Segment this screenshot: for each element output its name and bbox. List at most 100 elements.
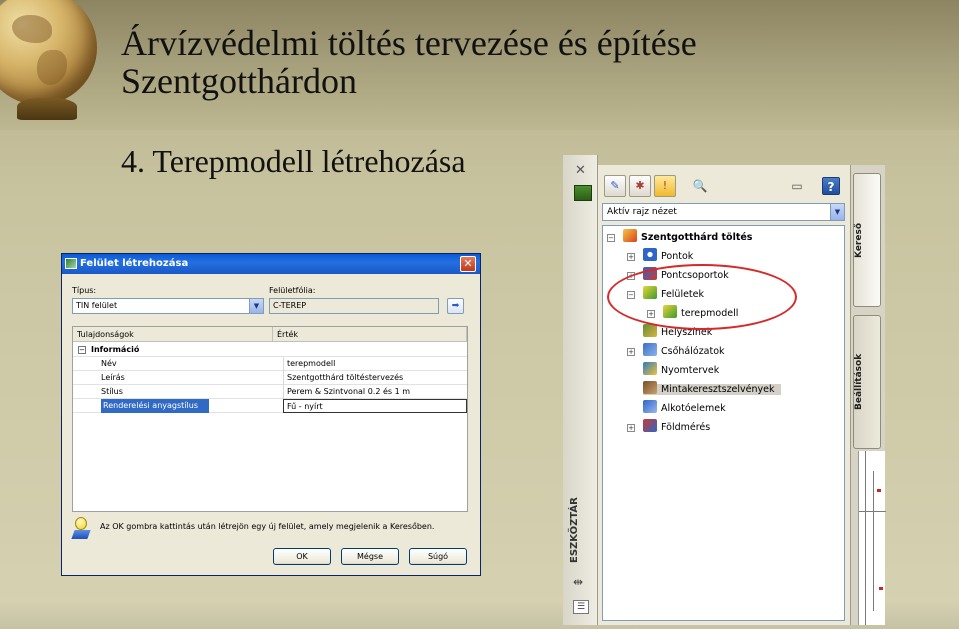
collapse-icon[interactable]: −: [607, 234, 615, 242]
property-name: Leírás: [101, 373, 125, 382]
column-header-property[interactable]: Tulajdonságok: [73, 327, 273, 342]
category-row[interactable]: − Információ: [73, 343, 467, 357]
property-value[interactable]: terepmodell: [283, 357, 467, 371]
view-select[interactable]: Aktív rajz nézet ▼: [602, 203, 845, 221]
globe-sphere: [0, 0, 97, 105]
slide-subtitle: 4. Terepmodell létrehozása: [121, 143, 466, 179]
category-label: Információ: [91, 345, 140, 354]
info-lightbulb-icon: [70, 517, 92, 541]
drawing-line: [859, 511, 886, 512]
close-icon[interactable]: ✕: [460, 256, 476, 272]
drawing-area-edge: [858, 451, 886, 625]
dialog-title: Felület létrehozása: [80, 258, 189, 269]
type-select-value: TIN felület: [76, 301, 118, 310]
property-name: Név: [101, 359, 117, 368]
tab-label: Beállítások: [854, 353, 864, 411]
type-label: Típus:: [72, 286, 97, 295]
tree-item-csohalozatok[interactable]: + Csőhálózatok: [627, 343, 725, 361]
chevron-down-icon[interactable]: ▼: [249, 299, 263, 313]
expand-icon[interactable]: +: [627, 424, 635, 432]
properties-menu-icon[interactable]: ☰: [573, 600, 589, 614]
dialog-titlebar[interactable]: Felület létrehozása ✕: [62, 254, 480, 274]
subassemblies-icon: [643, 400, 657, 413]
pipe-networks-icon: [643, 343, 657, 356]
drawing-mark: [877, 489, 881, 492]
property-value[interactable]: Szentgotthárd töltéstervezés: [283, 371, 467, 385]
table-row-selected[interactable]: Renderelési anyagstílus Fű - nyírt: [73, 399, 467, 413]
drawing-line: [865, 451, 866, 625]
globe-land: [37, 50, 67, 85]
autohide-icon[interactable]: ⇹: [573, 575, 583, 589]
drawing-mark: [879, 587, 883, 590]
slide-title: Árvízvédelmi töltés tervezése és építése…: [121, 23, 697, 101]
lightbulb-shape: [75, 517, 87, 530]
layer-pick-button[interactable]: ➡: [447, 298, 464, 314]
help-button[interactable]: Súgó: [409, 548, 467, 565]
search-icon[interactable]: 🔍: [691, 177, 709, 195]
toolspace-body: ✎ ✱ ! 🔍 ▭ ? Aktív rajz nézet ▼ − Szentgo…: [598, 165, 850, 625]
view-select-value: Aktív rajz nézet: [607, 207, 677, 217]
tree-item-label: Csőhálózatok: [661, 346, 725, 357]
tree-item-pontok[interactable]: + Pontok: [627, 248, 693, 266]
toolspace-app-icon: [574, 185, 592, 201]
close-icon[interactable]: ✕: [575, 163, 586, 178]
highlight-ring: [607, 264, 797, 330]
toolspace-panel: ✕ ESZKÖZTÁR ⇹ ☰ ✎ ✱ ! 🔍 ▭ ? Aktív rajz n…: [563, 155, 885, 625]
tree-item-label: Földmérés: [661, 422, 711, 433]
cancel-button[interactable]: Mégse: [341, 548, 399, 565]
tab-settings[interactable]: Beállítások: [853, 315, 881, 449]
surface-app-icon: [65, 258, 77, 269]
collapse-icon[interactable]: −: [78, 346, 86, 354]
tree-item-label: Szentgotthárd töltés: [641, 232, 753, 243]
drawing-icon: [623, 229, 637, 242]
tree-item-label: Alkotóelemek: [661, 403, 726, 414]
tree-item-foldmeres[interactable]: + Földmérés: [627, 419, 710, 437]
tree-root[interactable]: − Szentgotthárd töltés: [607, 229, 752, 247]
property-name: Stílus: [101, 387, 123, 396]
tree-item-alkotoelemek[interactable]: Alkotóelemek: [627, 400, 726, 418]
layer-field-value: C-TEREP: [273, 301, 307, 310]
column-header-value[interactable]: Érték: [273, 327, 467, 342]
property-name: Renderelési anyagstílus: [101, 399, 209, 413]
table-row[interactable]: Stílus Perem & Szintvonal 0.2 és 1 m: [73, 385, 467, 399]
property-value-editor[interactable]: Fű - nyírt: [283, 399, 467, 413]
toolspace-toolbar: ✎ ✱ ! 🔍 ▭ ?: [598, 173, 850, 199]
property-grid: Tulajdonságok Érték − Információ Név ter…: [72, 326, 468, 512]
tree-item-mintakeresztszelvenyek[interactable]: Mintakeresztszelvények: [627, 381, 781, 399]
create-surface-dialog: Felület létrehozása ✕ Típus: TIN felület…: [61, 253, 481, 576]
layer-field[interactable]: C-TEREP: [269, 298, 439, 314]
layer-label: Felületfólia:: [269, 286, 316, 295]
tab-search[interactable]: Kereső: [853, 173, 881, 307]
corridors-icon: [643, 362, 657, 375]
table-row[interactable]: Leírás Szentgotthárd töltéstervezés: [73, 371, 467, 385]
lightbulb-base: [71, 530, 91, 539]
chevron-down-icon[interactable]: ▼: [830, 204, 844, 220]
sites-icon: [643, 324, 657, 337]
ok-button[interactable]: OK: [273, 548, 331, 565]
surface-icon[interactable]: ✎: [604, 175, 626, 197]
survey-icon: [643, 419, 657, 432]
type-select[interactable]: TIN felület ▼: [72, 298, 264, 314]
tree-item-nyomtervek[interactable]: Nyomtervek: [627, 362, 719, 380]
tree-item-label: Mintakeresztszelvények: [661, 384, 775, 395]
toolspace-title: ESZKÖZTÁR: [569, 497, 580, 563]
warning-icon[interactable]: !: [654, 175, 676, 197]
table-row[interactable]: Név terepmodell: [73, 357, 467, 371]
drawing-line: [873, 471, 874, 611]
expand-icon[interactable]: +: [627, 253, 635, 261]
globe-image: [0, 0, 102, 135]
info-message: Az OK gombra kattintás után létrejön egy…: [100, 522, 435, 531]
settings-icon[interactable]: ✱: [629, 175, 651, 197]
points-icon: [643, 248, 657, 261]
tree-item-label: Pontok: [661, 251, 694, 262]
arrow-right-icon: ➡: [451, 301, 460, 311]
globe-land: [12, 15, 52, 43]
tab-label: Kereső: [854, 222, 864, 258]
window-icon[interactable]: ▭: [788, 177, 806, 195]
tree-item-label: Nyomtervek: [661, 365, 720, 376]
property-grid-header: Tulajdonságok Érték: [73, 327, 467, 342]
expand-icon[interactable]: +: [627, 348, 635, 356]
property-value[interactable]: Perem & Szintvonal 0.2 és 1 m: [283, 385, 467, 399]
assemblies-icon: [643, 381, 657, 394]
help-icon[interactable]: ?: [822, 177, 840, 195]
